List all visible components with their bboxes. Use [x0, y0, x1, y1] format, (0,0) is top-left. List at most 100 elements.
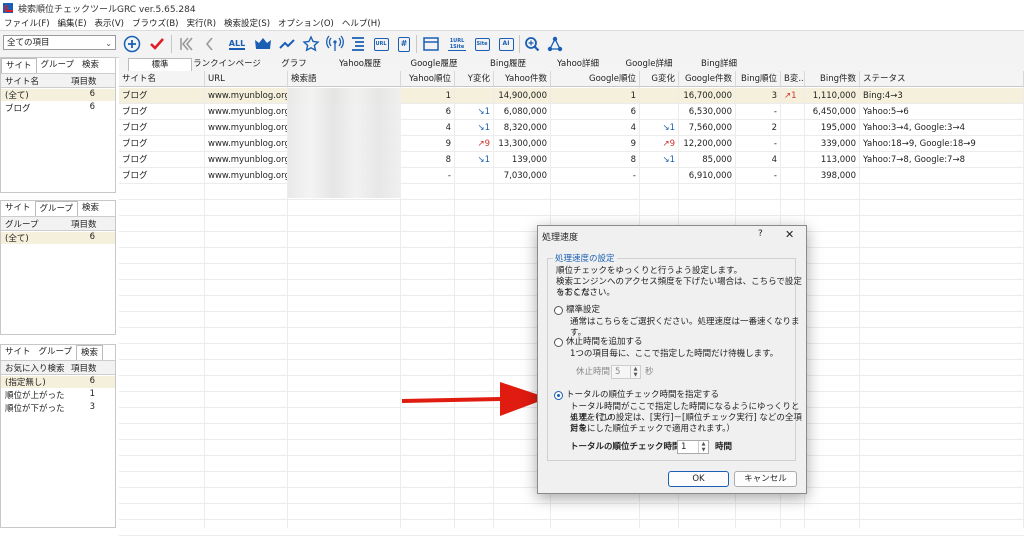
list-item[interactable]: 順位が下がった 3: [1, 402, 115, 414]
radio-add-pause[interactable]: [554, 338, 563, 347]
table-cell-yc[interactable]: ↘1: [455, 120, 494, 136]
header-group[interactable]: グループ: [5, 218, 39, 230]
table-cell-site[interactable]: ブログ: [119, 88, 205, 104]
menu-help[interactable]: ヘルプ(H): [338, 16, 385, 30]
table-cell-yc[interactable]: ↗9: [455, 136, 494, 152]
table-cell-yc[interactable]: ↘1: [455, 104, 494, 120]
menu-view[interactable]: 表示(V): [91, 16, 128, 30]
table-cell-site[interactable]: ブログ: [119, 120, 205, 136]
table-cell-status[interactable]: [860, 168, 1024, 184]
tab-graph[interactable]: グラフ: [264, 58, 324, 71]
col-header-google-change[interactable]: G変化: [640, 71, 679, 87]
table-cell-y[interactable]: 8: [401, 152, 455, 168]
table-cell-y[interactable]: -: [401, 168, 455, 184]
table-cell-bc[interactable]: [781, 104, 805, 120]
tab-bing-detail[interactable]: Bing詳細: [686, 58, 752, 71]
total-time-stepper[interactable]: 1 ▲ ▼: [677, 440, 709, 454]
header-favorite-search[interactable]: お気に入り検索: [5, 362, 65, 374]
list-item[interactable]: ブログ 6: [1, 102, 115, 114]
table-cell-site[interactable]: ブログ: [119, 136, 205, 152]
table-cell-ycnt[interactable]: 13,300,000: [494, 136, 551, 152]
tab-google-history[interactable]: Google履歴: [396, 58, 472, 71]
list-item[interactable]: (指定無し) 6: [1, 376, 115, 388]
col-header-site[interactable]: サイト名: [119, 71, 205, 87]
table-cell-g[interactable]: 4: [551, 120, 640, 136]
menu-file[interactable]: ファイル(F): [0, 16, 54, 30]
table-cell-gc[interactable]: [640, 88, 679, 104]
table-cell-status[interactable]: Yahoo:3→4, Google:3→4: [860, 120, 1024, 136]
table-cell-y[interactable]: 6: [401, 104, 455, 120]
stepper-arrows-icon[interactable]: ▲ ▼: [630, 366, 640, 378]
menu-browse[interactable]: ブラウズ(B): [128, 16, 182, 30]
tab-group[interactable]: グループ: [37, 58, 79, 72]
help-icon[interactable]: ?: [758, 229, 763, 239]
table-cell-url[interactable]: www.myunblog.org: [205, 152, 288, 168]
table-cell-g[interactable]: 9: [551, 136, 640, 152]
option-standard-label[interactable]: 標準設定: [566, 305, 600, 316]
table-cell-ycnt[interactable]: 14,900,000: [494, 88, 551, 104]
table-cell-gcnt[interactable]: 7,560,000: [679, 120, 736, 136]
table-cell-yc[interactable]: ↘1: [455, 152, 494, 168]
tab-site[interactable]: サイト: [1, 345, 35, 359]
table-cell-yc[interactable]: [455, 168, 494, 184]
table-cell-b[interactable]: 4: [736, 152, 781, 168]
table-cell-yc[interactable]: [455, 88, 494, 104]
cancel-button[interactable]: キャンセル: [734, 471, 797, 487]
table-cell-status[interactable]: Yahoo:7→8, Google:7→8: [860, 152, 1024, 168]
url-1site-icon[interactable]: 1URL 1Site: [447, 34, 467, 54]
header-count[interactable]: 項目数: [71, 362, 97, 374]
table-cell-bcnt[interactable]: 195,000: [805, 120, 860, 136]
table-cell-b[interactable]: -: [736, 136, 781, 152]
option-total-time-label[interactable]: トータルの順位チェック時間を指定する: [566, 390, 719, 401]
table-cell-site[interactable]: ブログ: [119, 168, 205, 184]
table-cell-ycnt[interactable]: 6,080,000: [494, 104, 551, 120]
table-cell-url[interactable]: www.myunblog.org: [205, 88, 288, 104]
col-header-keyword[interactable]: 検索語: [288, 71, 401, 87]
table-cell-ycnt[interactable]: 7,030,000: [494, 168, 551, 184]
table-cell-b[interactable]: -: [736, 104, 781, 120]
table-cell-gcnt[interactable]: 6,910,000: [679, 168, 736, 184]
ai-icon[interactable]: AI: [496, 34, 516, 54]
table-cell-bc[interactable]: [781, 136, 805, 152]
tab-group[interactable]: グループ: [35, 345, 77, 359]
tab-yahoo-detail[interactable]: Yahoo詳細: [544, 58, 612, 71]
stepper-arrows-icon[interactable]: ▲ ▼: [698, 441, 708, 453]
menu-edit[interactable]: 編集(E): [54, 16, 91, 30]
antenna-icon[interactable]: [325, 34, 345, 54]
col-header-yahoo-change[interactable]: Y変化: [455, 71, 494, 87]
table-cell-url[interactable]: www.myunblog.org: [205, 120, 288, 136]
window-icon[interactable]: [421, 34, 441, 54]
prev-page-icon[interactable]: [199, 34, 219, 54]
col-header-google-count[interactable]: Google件数: [679, 71, 736, 87]
all-icon[interactable]: ALL: [227, 34, 247, 54]
col-header-status[interactable]: ステータス: [860, 71, 1024, 87]
table-cell-gcnt[interactable]: 16,700,000: [679, 88, 736, 104]
list-item[interactable]: 順位が上がった 1: [1, 389, 115, 401]
table-cell-site[interactable]: ブログ: [119, 104, 205, 120]
table-cell-ycnt[interactable]: 139,000: [494, 152, 551, 168]
menu-search-settings[interactable]: 検索設定(S): [220, 16, 274, 30]
table-cell-gc[interactable]: [640, 168, 679, 184]
table-cell-g[interactable]: 1: [551, 88, 640, 104]
table-cell-bcnt[interactable]: 339,000: [805, 136, 860, 152]
table-cell-b[interactable]: -: [736, 168, 781, 184]
table-cell-g[interactable]: 6: [551, 104, 640, 120]
check-icon[interactable]: [147, 34, 167, 54]
site-filter-select[interactable]: 全ての項目 ⌄: [3, 35, 116, 50]
col-header-bing-count[interactable]: Bing件数: [805, 71, 860, 87]
table-cell-status[interactable]: Yahoo:5→6: [860, 104, 1024, 120]
tab-google-detail[interactable]: Google詳細: [613, 58, 685, 71]
table-cell-g[interactable]: 8: [551, 152, 640, 168]
list-item[interactable]: (全て) 6: [1, 89, 115, 101]
option-add-pause-label[interactable]: 休止時間を追加する: [566, 337, 643, 348]
header-count[interactable]: 項目数: [71, 75, 97, 87]
network-icon[interactable]: [545, 34, 565, 54]
header-site-name[interactable]: サイト名: [5, 75, 39, 87]
tab-standard[interactable]: 標準: [128, 58, 192, 72]
tab-yahoo-history[interactable]: Yahoo履歴: [325, 58, 395, 71]
menu-run[interactable]: 実行(R): [182, 16, 220, 30]
search-zoom-icon[interactable]: [522, 34, 542, 54]
table-cell-gcnt[interactable]: 6,530,000: [679, 104, 736, 120]
tab-group[interactable]: グループ: [34, 201, 79, 216]
col-header-bing-change[interactable]: B変...: [781, 71, 805, 87]
